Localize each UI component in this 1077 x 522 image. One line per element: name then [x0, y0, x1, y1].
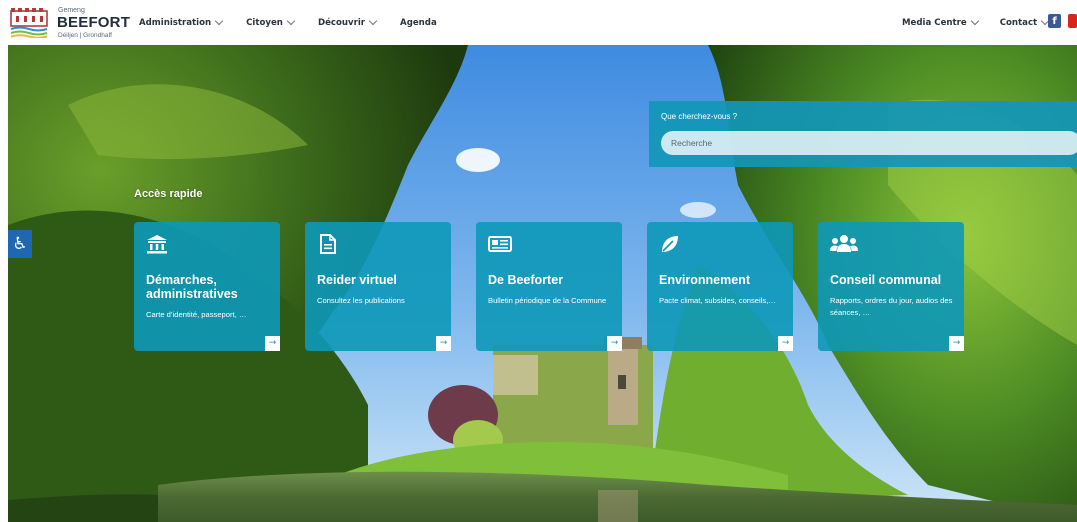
site-logo[interactable]: Gemeng BEEFORT Déiljen | Grondhaff — [10, 6, 130, 39]
card-description: Consultez les publications — [317, 296, 405, 305]
card-description: Pacte climat, subsides, conseils,… — [659, 296, 776, 305]
card-title: Conseil communal — [830, 273, 942, 287]
arrow-right-icon[interactable]: → — [265, 336, 280, 351]
nav-item-label: Administration — [139, 17, 212, 28]
nav-item-contact[interactable]: Contact — [999, 16, 1050, 28]
chevron-down-icon — [286, 16, 296, 25]
card-title: Démarches, administratives — [146, 273, 238, 301]
card-title: Reider virtuel — [317, 273, 397, 287]
card-reider-virtuel[interactable]: Reider virtuel Consultez les publication… — [305, 222, 451, 351]
chevron-down-icon — [368, 16, 378, 25]
secondary-nav: Media Centre Contact — [902, 0, 1070, 45]
bank-icon — [146, 234, 168, 254]
card-demarches[interactable]: Démarches, administratives Carte d’ident… — [134, 222, 280, 351]
card-description: Carte d’identité, passeport, … — [146, 310, 247, 319]
quick-access-title: Accès rapide — [134, 188, 203, 200]
chevron-down-icon — [214, 16, 224, 25]
search-panel: Que cherchez-vous ? — [649, 101, 1077, 167]
arrow-right-icon[interactable]: → — [607, 336, 622, 351]
nav-item-agenda[interactable]: Agenda — [400, 18, 437, 28]
nav-item-administration[interactable]: Administration — [139, 16, 224, 28]
accessibility-button[interactable]: ♿ — [8, 230, 32, 258]
nav-item-label: Découvrir — [317, 17, 366, 28]
logo-subtitle: Déiljen | Grondhaff — [58, 32, 112, 39]
wheelchair-icon: ♿ — [12, 234, 28, 254]
card-description: Rapports, ordres du jour, audios des séa… — [830, 296, 953, 317]
card-de-beeforter[interactable]: De Beeforter Bulletin périodique de la C… — [476, 222, 622, 351]
nav-item-label: Citoyen — [246, 17, 283, 28]
card-title: De Beeforter — [488, 273, 564, 287]
main-nav: Administration Citoyen Découvrir Agenda — [139, 0, 461, 45]
youtube-icon[interactable] — [1068, 14, 1077, 28]
document-icon — [317, 234, 339, 254]
logo-small-text: Gemeng — [58, 7, 85, 14]
nav-item-decouvrir[interactable]: Découvrir — [317, 16, 378, 28]
facebook-icon[interactable]: f — [1048, 14, 1061, 28]
search-input[interactable] — [661, 131, 1077, 155]
card-title: Environnement — [659, 273, 750, 287]
nav-item-label: Contact — [999, 17, 1038, 28]
arrow-right-icon[interactable]: → — [436, 336, 451, 351]
newspaper-icon — [488, 234, 512, 254]
nav-item-label: Agenda — [400, 17, 437, 28]
nav-item-label: Media Centre — [902, 17, 967, 28]
nav-item-citoyen[interactable]: Citoyen — [246, 16, 296, 28]
card-conseil-communal[interactable]: Conseil communal Rapports, ordres du jou… — [818, 222, 964, 351]
arrow-right-icon[interactable]: → — [778, 336, 793, 351]
card-description: Bulletin périodique de la Commune — [488, 296, 607, 305]
arrow-right-icon[interactable]: → — [949, 336, 964, 351]
nav-item-media-centre[interactable]: Media Centre — [902, 16, 979, 28]
castle-logo-icon — [10, 8, 48, 38]
users-icon — [830, 234, 858, 254]
search-label: Que cherchez-vous ? — [661, 112, 738, 121]
site-header: Gemeng BEEFORT Déiljen | Grondhaff Admin… — [0, 0, 1077, 45]
leaf-icon — [659, 234, 681, 254]
card-environnement[interactable]: Environnement Pacte climat, subsides, co… — [647, 222, 793, 351]
chevron-down-icon — [970, 16, 979, 25]
logo-name: BEEFORT — [57, 14, 131, 31]
